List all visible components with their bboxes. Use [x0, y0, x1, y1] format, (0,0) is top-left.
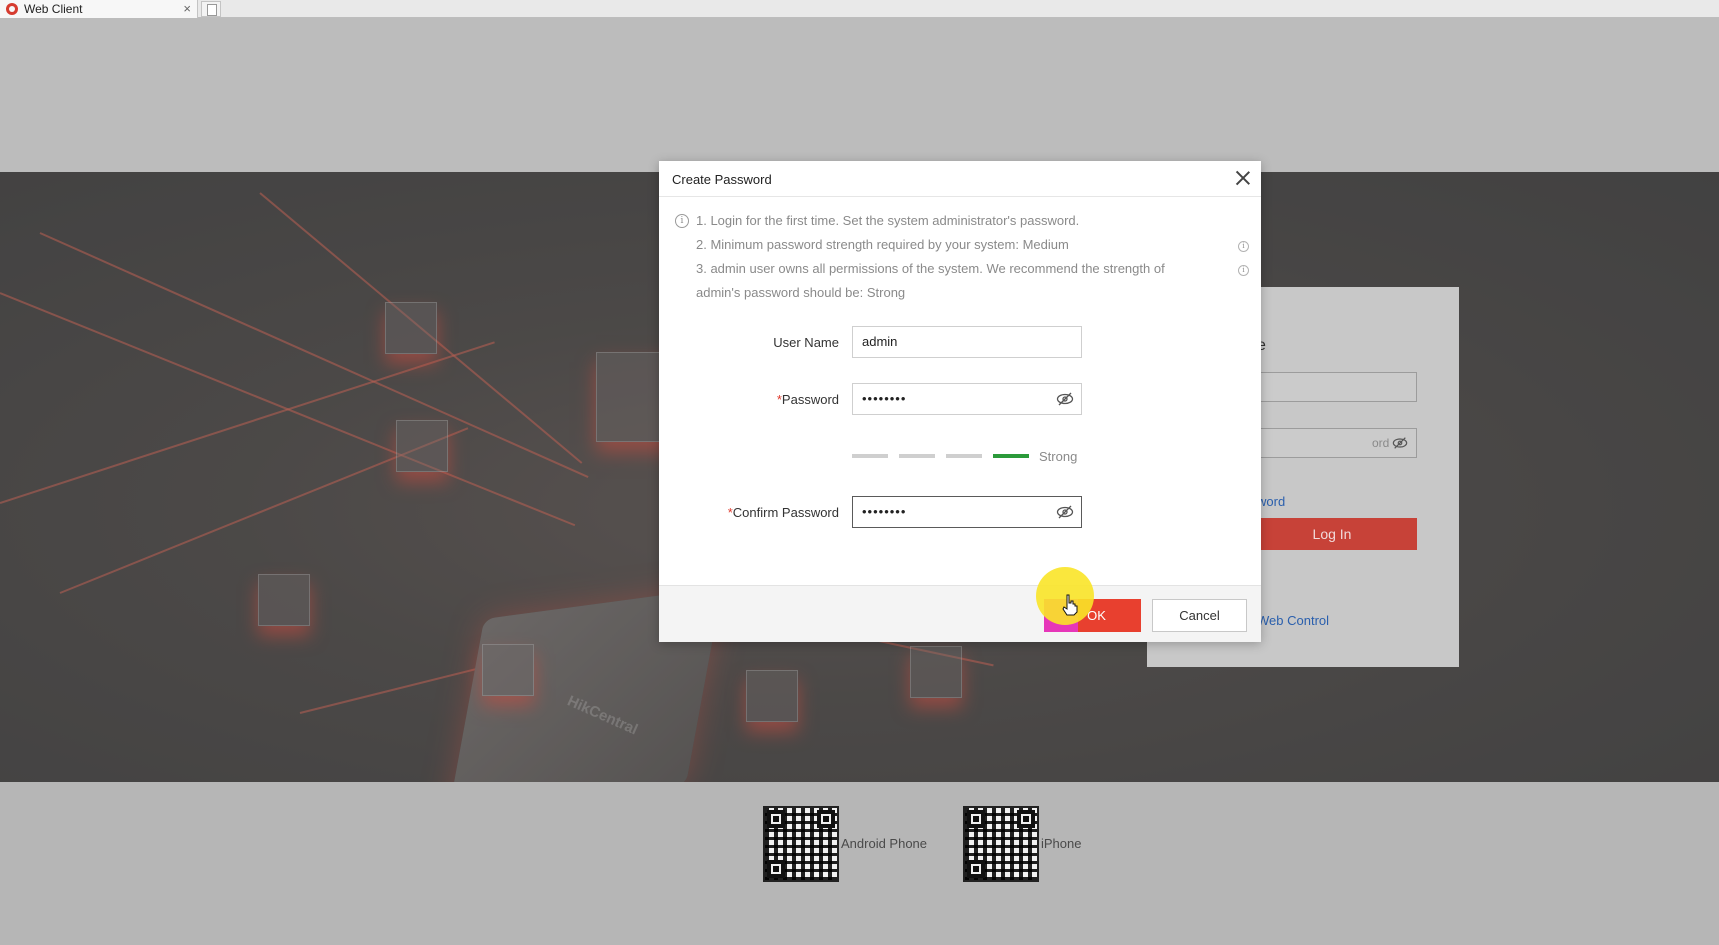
login-username-input[interactable]: [1247, 372, 1417, 402]
strength-bar: [852, 454, 888, 458]
dialog-title: Create Password: [672, 172, 772, 187]
close-tab-icon[interactable]: ×: [183, 0, 191, 18]
note-line-4: admin's password should be: Strong: [696, 285, 906, 300]
strength-bar: [899, 454, 935, 458]
info-icon[interactable]: i: [1238, 241, 1249, 252]
forgot-password-link[interactable]: word: [1257, 494, 1285, 509]
browser-tab-bar: Web Client ×: [0, 0, 1719, 18]
create-password-dialog: Create Password i 1. Login for the first…: [659, 161, 1261, 642]
note-line-3: 3. admin user owns all permissions of th…: [696, 261, 1165, 276]
qr-label-iphone: iPhone: [1041, 836, 1082, 851]
new-tab-icon[interactable]: [201, 1, 221, 17]
username-field[interactable]: admin: [852, 326, 1082, 358]
info-icon[interactable]: i: [1238, 265, 1249, 276]
browser-tab-title: Web Client: [24, 2, 83, 16]
confirm-password-field[interactable]: ••••••••: [852, 496, 1082, 528]
app-logo-icon: [6, 3, 18, 15]
eye-hidden-icon[interactable]: [1392, 436, 1408, 450]
password-label: *Password: [776, 392, 839, 407]
password-field[interactable]: ••••••••: [852, 383, 1082, 415]
note-line-2: 2. Minimum password strength required by…: [696, 237, 1069, 252]
login-password-placeholder: ord: [1372, 436, 1390, 450]
strength-bar: [946, 454, 982, 458]
qr-code-iphone: [963, 806, 1039, 882]
strength-bar-active: [993, 454, 1029, 458]
strength-label: Strong: [1039, 449, 1078, 464]
confirm-password-label: *Confirm Password: [727, 505, 839, 520]
login-button[interactable]: Log In: [1247, 518, 1417, 550]
eye-hidden-icon[interactable]: [1056, 392, 1074, 406]
eye-hidden-icon[interactable]: [1056, 505, 1074, 519]
note-line-1: 1. Login for the first time. Set the sys…: [696, 213, 1080, 228]
qr-code-android: [763, 806, 839, 882]
browser-tab[interactable]: Web Client ×: [0, 0, 198, 18]
dialog-header: Create Password: [659, 161, 1261, 197]
qr-label-android: Android Phone: [841, 836, 928, 851]
page-bottom-band: [0, 782, 1719, 945]
close-icon[interactable]: [1235, 170, 1251, 186]
username-label: User Name: [773, 335, 839, 350]
web-control-link[interactable]: Web Control: [1257, 613, 1329, 628]
hand-cursor-icon: [1062, 594, 1078, 616]
dialog-footer: OK Cancel: [659, 585, 1261, 642]
page-top-band: [0, 18, 1719, 172]
login-password-input[interactable]: ord: [1247, 428, 1417, 458]
info-icon: i: [675, 214, 689, 228]
cancel-button[interactable]: Cancel: [1152, 599, 1247, 632]
